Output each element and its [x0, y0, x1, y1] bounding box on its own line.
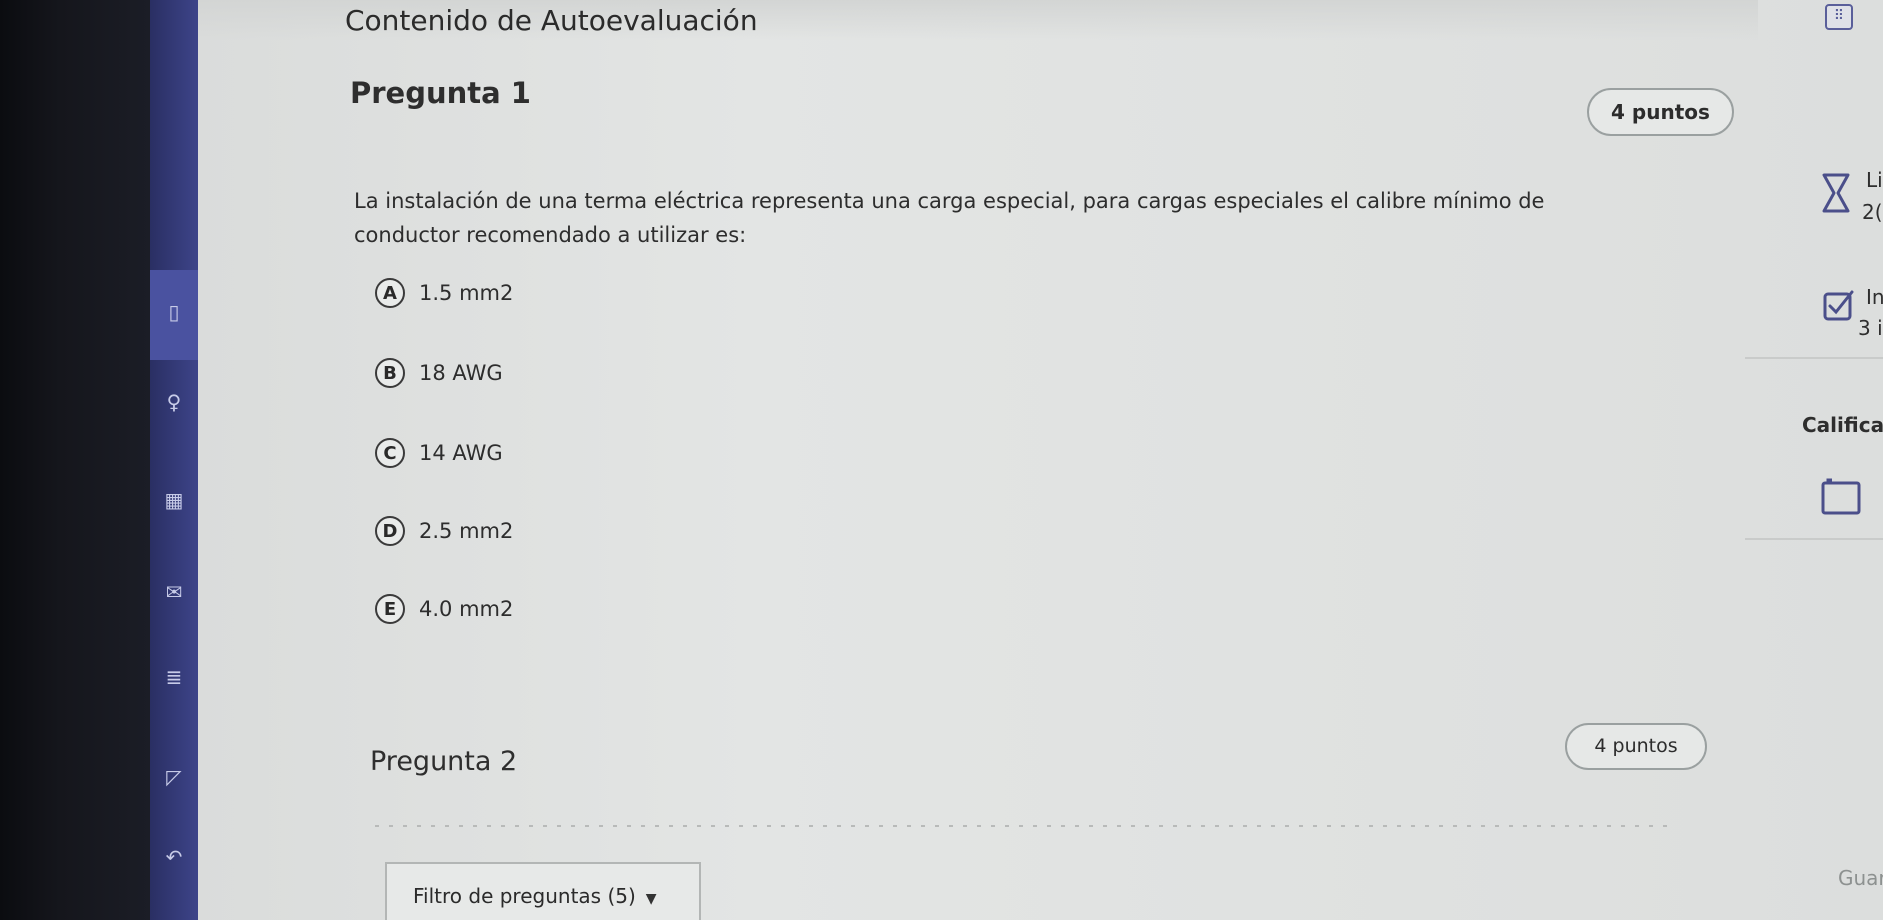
- nav-document-icon[interactable]: ≣: [162, 665, 186, 689]
- question-2-title: Pregunta 2: [370, 746, 518, 777]
- option-letter: A: [375, 278, 405, 308]
- caret-down-icon: ▼: [645, 891, 657, 907]
- question-filter-label: Filtro de preguntas (5): [413, 884, 636, 908]
- right-panel-divider: [1745, 538, 1883, 540]
- question-1-text: La instalación de una terma eléctrica re…: [354, 189, 1545, 247]
- attempts-value: 3 i: [1858, 316, 1883, 340]
- attempts-label: In: [1866, 285, 1883, 309]
- grid-icon[interactable]: ⠿: [1825, 4, 1853, 30]
- nav-edit-icon[interactable]: ◸: [162, 765, 186, 789]
- option-label: 1.5 mm2: [419, 281, 514, 305]
- option-letter: C: [375, 438, 405, 468]
- hourglass-icon: [1822, 173, 1850, 213]
- nav-item-icon[interactable]: ▯: [162, 300, 186, 324]
- option-label: 4.0 mm2: [419, 597, 514, 621]
- question-2-divider: [375, 825, 1675, 827]
- option-letter: B: [375, 358, 405, 388]
- left-nav-rail: ▯ ♀ ▦ ✉ ≣ ◸ ↶: [150, 0, 198, 920]
- option-label: 14 AWG: [419, 441, 503, 465]
- question-2-points-badge: 4 puntos: [1565, 723, 1707, 770]
- right-panel-divider: [1745, 357, 1883, 359]
- monitor-bezel: [0, 0, 150, 920]
- question-1-points-badge: 4 puntos: [1587, 88, 1734, 136]
- option-letter: D: [375, 516, 405, 546]
- page-title: Contenido de Autoevaluación: [345, 4, 758, 37]
- box-icon: [1821, 478, 1861, 515]
- question-filter-dropdown[interactable]: Filtro de preguntas (5) ▼: [385, 862, 701, 920]
- option-d[interactable]: D 2.5 mm2: [375, 513, 513, 549]
- option-label: 2.5 mm2: [419, 519, 514, 543]
- option-label: 18 AWG: [419, 361, 503, 385]
- option-a[interactable]: A 1.5 mm2: [375, 275, 513, 311]
- question-1-title: Pregunta 1: [350, 76, 531, 110]
- nav-back-icon[interactable]: ↶: [162, 845, 186, 869]
- option-letter: E: [375, 594, 405, 624]
- option-c[interactable]: C 14 AWG: [375, 435, 503, 471]
- option-e[interactable]: E 4.0 mm2: [375, 591, 513, 627]
- time-value: 2(: [1862, 200, 1883, 224]
- save-button[interactable]: Guar: [1838, 866, 1883, 890]
- option-b[interactable]: B 18 AWG: [375, 355, 503, 391]
- screen: ▯ ♀ ▦ ✉ ≣ ◸ ↶ Contenido de Autoevaluació…: [0, 0, 1883, 920]
- nav-calendar-icon[interactable]: ▦: [162, 488, 186, 512]
- nav-person-icon[interactable]: ♀: [162, 390, 186, 414]
- grade-label: Califica: [1802, 413, 1883, 437]
- checkbox-icon: [1823, 290, 1854, 321]
- time-label: Li: [1866, 168, 1883, 192]
- nav-mail-icon[interactable]: ✉: [162, 580, 186, 604]
